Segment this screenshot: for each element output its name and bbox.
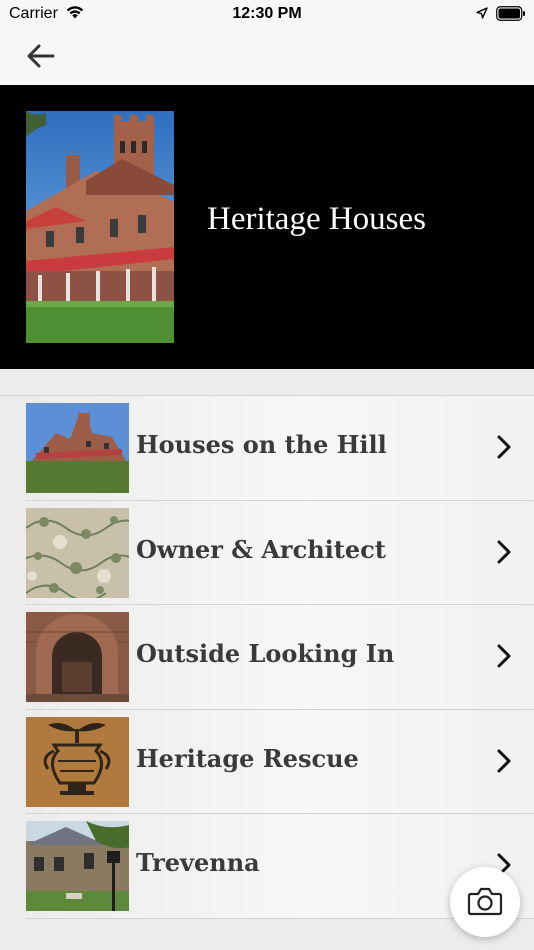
camera-button[interactable] xyxy=(450,867,520,937)
list-item-houses-on-the-hill[interactable]: Houses on the Hill xyxy=(26,396,534,501)
list-item-label: Heritage Rescue xyxy=(136,743,359,773)
chevron-right-icon xyxy=(497,435,511,459)
heritage-house-photo xyxy=(26,111,174,343)
brick-arch-photo xyxy=(26,612,129,703)
arrow-left-icon[interactable] xyxy=(26,42,56,70)
location-arrow-icon xyxy=(476,7,488,19)
list-item-heritage-rescue[interactable]: Heritage Rescue xyxy=(26,709,534,815)
navigation-bar xyxy=(0,28,534,85)
chevron-right-icon xyxy=(497,644,511,668)
chevron-right-icon xyxy=(497,540,511,564)
list-item-label: Owner & Architect xyxy=(136,534,386,564)
list-item-owner-architect[interactable]: Owner & Architect xyxy=(26,500,534,606)
page-title: Heritage Houses xyxy=(207,201,427,237)
floral-wallpaper-photo xyxy=(26,507,129,598)
list-item-label: Outside Looking In xyxy=(136,639,395,669)
list-item-outside-looking-in[interactable]: Outside Looking In xyxy=(26,605,534,710)
battery-icon xyxy=(496,6,525,21)
status-bar: Carrier 12:30 PM xyxy=(0,0,534,28)
urn-carving-photo xyxy=(26,716,129,807)
menu-list: Houses on the Hill Owner & Architect Out… xyxy=(0,395,534,919)
chevron-right-icon xyxy=(497,749,511,773)
hero-banner: Heritage Houses xyxy=(0,85,534,369)
house-on-hill-photo xyxy=(26,403,129,493)
status-time: 12:30 PM xyxy=(232,5,302,22)
list-item-label: Houses on the Hill xyxy=(136,430,387,459)
list-item-label: Trevenna xyxy=(136,848,260,878)
trevenna-garden-photo xyxy=(26,821,129,912)
camera-icon xyxy=(467,887,503,916)
